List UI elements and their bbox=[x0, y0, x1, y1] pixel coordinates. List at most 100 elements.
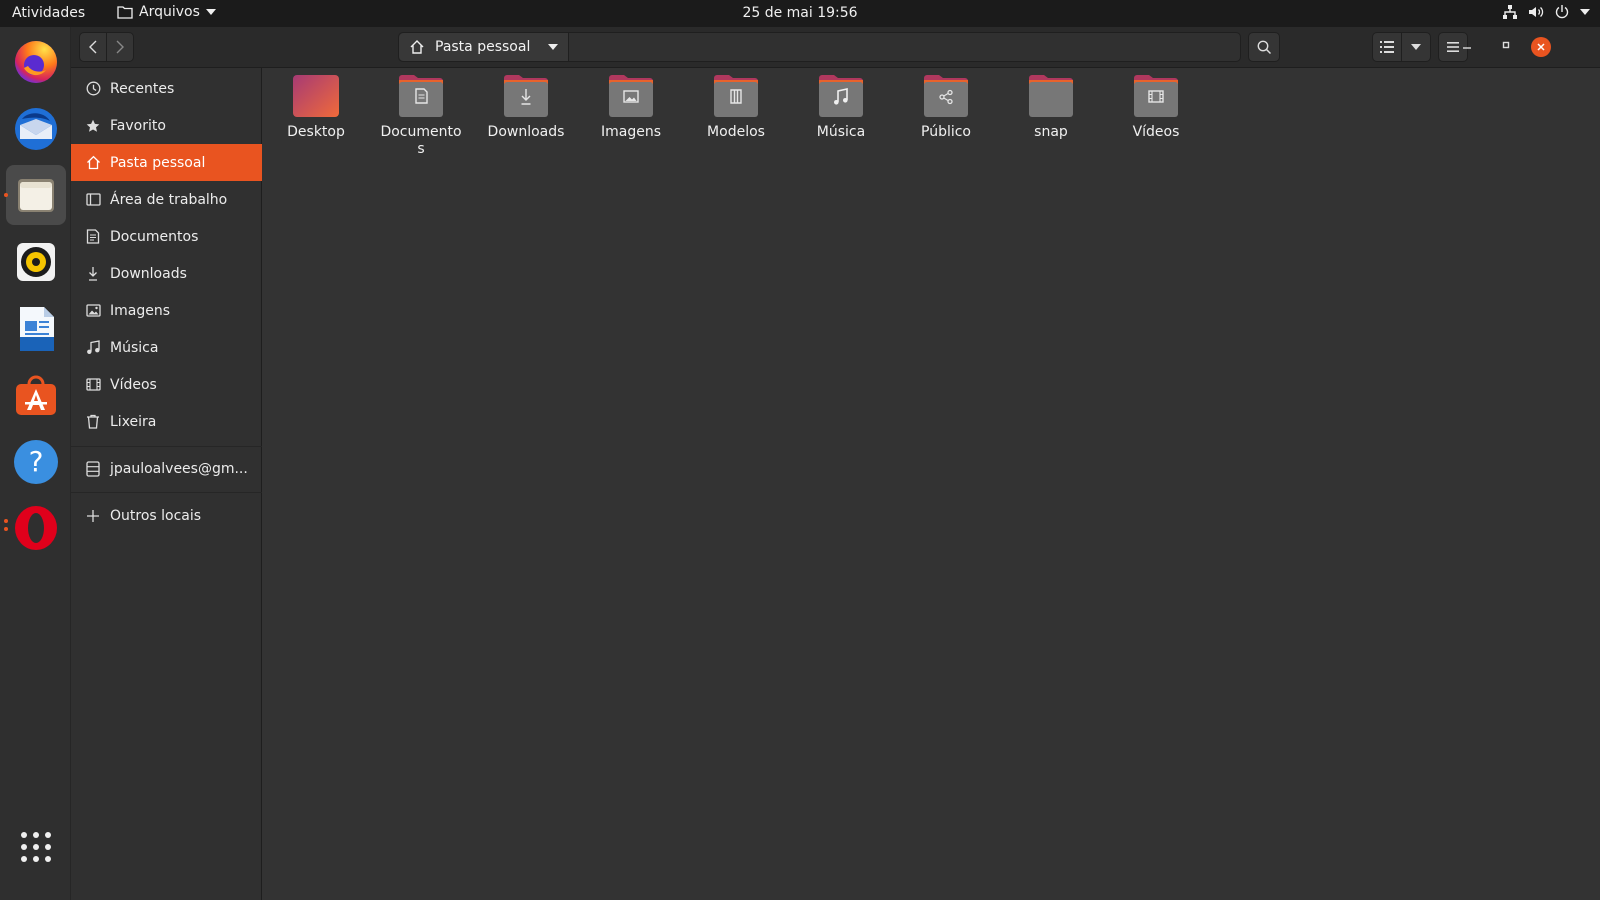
file-view[interactable]: Desktop Documentos Downloads Imagens Mod… bbox=[262, 68, 1600, 900]
folder-label: Público bbox=[921, 124, 971, 140]
thunderbird-icon bbox=[12, 105, 60, 153]
star-icon bbox=[85, 118, 101, 134]
sidebar-item-videos[interactable]: Vídeos bbox=[71, 366, 262, 403]
sidebar-item-favorito[interactable]: Favorito bbox=[71, 107, 262, 144]
network-icon bbox=[1502, 4, 1518, 20]
folder-label: snap bbox=[1034, 124, 1068, 140]
sidebar-item-label: Pasta pessoal bbox=[110, 154, 206, 171]
chevron-right-icon bbox=[116, 40, 124, 54]
app-menu-label: Arquivos bbox=[139, 4, 200, 20]
minimize-button[interactable] bbox=[1462, 40, 1472, 50]
help-icon: ? bbox=[13, 439, 59, 485]
sidebar-item-documentos[interactable]: Documentos bbox=[71, 218, 262, 255]
network-drive-icon bbox=[85, 460, 101, 477]
download-icon bbox=[85, 266, 101, 282]
music-folder-icon bbox=[817, 74, 865, 118]
dock-firefox[interactable] bbox=[6, 32, 66, 92]
view-options-button[interactable] bbox=[1401, 32, 1431, 62]
sidebar-item-label: Outros locais bbox=[110, 507, 202, 524]
sidebar-item-label: Lixeira bbox=[110, 413, 157, 430]
caret-down-icon bbox=[548, 44, 558, 50]
images-folder-icon bbox=[607, 74, 655, 118]
downloads-folder-icon bbox=[502, 74, 550, 118]
folder-videos[interactable]: Vídeos bbox=[1106, 74, 1206, 141]
view-toggle-button[interactable] bbox=[1372, 32, 1402, 62]
dock-rhythmbox[interactable] bbox=[6, 232, 66, 292]
folder-icon bbox=[117, 5, 133, 19]
dock-help[interactable]: ? bbox=[6, 432, 66, 492]
dock-thunderbird[interactable] bbox=[6, 99, 66, 159]
show-apps-button[interactable] bbox=[6, 817, 66, 877]
dock: ? bbox=[0, 27, 71, 900]
videos-folder-icon bbox=[1132, 74, 1180, 118]
sidebar-item-label: Documentos bbox=[110, 228, 199, 245]
sidebar-separator bbox=[71, 492, 262, 493]
sidebar-item-label: Área de trabalho bbox=[110, 191, 228, 208]
close-button[interactable] bbox=[1531, 37, 1551, 57]
path-home-button[interactable]: Pasta pessoal bbox=[399, 33, 569, 61]
sidebar-item-label: Vídeos bbox=[110, 376, 157, 393]
running-indicator bbox=[4, 519, 8, 523]
back-button[interactable] bbox=[79, 32, 107, 62]
folder-desktop[interactable]: Desktop bbox=[266, 74, 366, 141]
sidebar-item-label: Recentes bbox=[110, 80, 175, 97]
opera-icon bbox=[13, 505, 59, 551]
sidebar-item-recentes[interactable]: Recentes bbox=[71, 70, 262, 107]
folder-imagens[interactable]: Imagens bbox=[581, 74, 681, 141]
sidebar-item-account[interactable]: jpauloalvees@gm... bbox=[71, 450, 262, 487]
maximize-button[interactable] bbox=[1501, 40, 1511, 50]
folder-modelos[interactable]: Modelos bbox=[686, 74, 786, 141]
caret-down-icon bbox=[205, 9, 216, 15]
home-icon bbox=[85, 155, 101, 171]
path-bar[interactable]: Pasta pessoal bbox=[398, 32, 1241, 62]
folder-icon bbox=[1027, 74, 1075, 118]
writer-icon bbox=[14, 305, 58, 353]
search-button[interactable] bbox=[1248, 32, 1280, 62]
app-menu[interactable]: Arquivos bbox=[117, 4, 216, 20]
volume-icon bbox=[1528, 4, 1544, 20]
sidebar-item-downloads[interactable]: Downloads bbox=[71, 255, 262, 292]
software-icon bbox=[13, 372, 59, 418]
desktop-folder-icon bbox=[292, 74, 340, 118]
sidebar-item-outros-locais[interactable]: Outros locais bbox=[71, 497, 262, 534]
activities-button[interactable]: Atividades bbox=[12, 5, 85, 21]
folder-label: Música bbox=[816, 124, 866, 140]
home-icon bbox=[409, 39, 425, 55]
sidebar-item-area-de-trabalho[interactable]: Área de trabalho bbox=[71, 181, 262, 218]
app-grid-icon bbox=[20, 831, 52, 863]
plus-icon bbox=[85, 508, 101, 524]
dock-opera[interactable] bbox=[6, 498, 66, 558]
trash-icon bbox=[85, 414, 101, 430]
system-tray[interactable] bbox=[1502, 4, 1590, 20]
public-folder-icon bbox=[922, 74, 970, 118]
folder-publico[interactable]: Público bbox=[896, 74, 996, 141]
sidebar-item-musica[interactable]: Música bbox=[71, 329, 262, 366]
search-icon bbox=[1257, 40, 1272, 55]
sidebar-item-lixeira[interactable]: Lixeira bbox=[71, 403, 262, 440]
clock[interactable]: 25 de mai 19:56 bbox=[742, 5, 857, 21]
sidebar-item-label: Favorito bbox=[110, 117, 166, 134]
folder-musica[interactable]: Música bbox=[791, 74, 891, 141]
video-icon bbox=[85, 377, 101, 393]
folder-documentos[interactable]: Documentos bbox=[371, 74, 471, 158]
forward-button[interactable] bbox=[106, 32, 134, 62]
sidebar-item-pasta-pessoal[interactable]: Pasta pessoal bbox=[71, 144, 262, 181]
files-icon bbox=[14, 173, 58, 217]
image-icon bbox=[85, 303, 101, 319]
music-icon bbox=[85, 340, 101, 356]
dock-software[interactable] bbox=[6, 365, 66, 425]
folder-snap[interactable]: snap bbox=[1001, 74, 1101, 141]
desktop-icon bbox=[85, 192, 101, 208]
running-indicator bbox=[4, 193, 8, 197]
caret-down-icon bbox=[1411, 44, 1421, 50]
chevron-down-icon bbox=[1580, 9, 1590, 15]
folder-label: Downloads bbox=[487, 124, 565, 140]
running-indicator bbox=[4, 527, 8, 531]
sidebar-item-imagens[interactable]: Imagens bbox=[71, 292, 262, 329]
clock-icon bbox=[85, 81, 101, 97]
folder-downloads[interactable]: Downloads bbox=[476, 74, 576, 141]
chevron-left-icon bbox=[89, 40, 97, 54]
dock-writer[interactable] bbox=[6, 299, 66, 359]
list-view-icon bbox=[1380, 41, 1394, 53]
dock-files[interactable] bbox=[6, 165, 66, 225]
